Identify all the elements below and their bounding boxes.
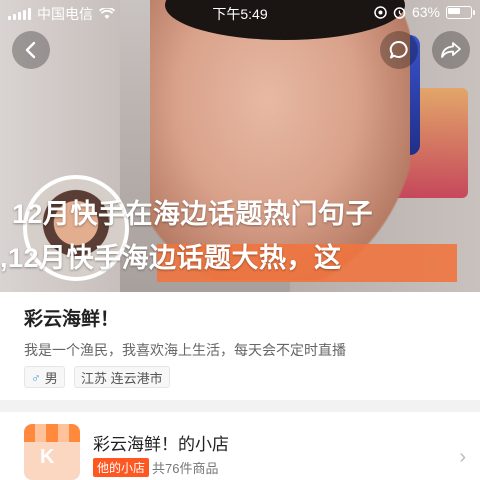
overlay-title-line2: ,12月快手海边话题大热，这 (0, 243, 342, 273)
gender-label: 男 (44, 370, 58, 386)
share-arrow-icon (441, 42, 461, 58)
shop-logo: K (24, 424, 80, 480)
male-icon: ♂ (31, 369, 41, 385)
battery-percent: 63% (411, 4, 440, 20)
overlay-title: 12月快手在海边话题热门句子 ,12月快手海边话题大热，这 (0, 192, 480, 280)
back-button[interactable] (12, 31, 50, 69)
overlay-title-line1: 12月快手在海边话题热门句子 (12, 199, 374, 229)
gender-tag: ♂ 男 (24, 366, 65, 388)
alarm-icon (393, 6, 406, 19)
shop-card[interactable]: K 彩云海鲜！的小店 他的小店 共76件商品 › (0, 412, 480, 480)
screen-lock-icon (374, 5, 387, 19)
shop-badge: 他的小店 (93, 458, 150, 477)
shop-product-count: 共76件商品 (152, 461, 219, 476)
chevron-right-icon: › (459, 446, 466, 468)
shop-name: 彩云海鲜！的小店 (93, 435, 229, 454)
shop-logo-letter: K (40, 446, 55, 468)
profile-name: 彩云海鲜！ (24, 309, 120, 330)
chevron-left-icon (25, 41, 36, 59)
profile-bio: 我是一个渔民，我喜欢海上生活，每天会不定时直播 (24, 342, 346, 358)
comment-bubble-icon (389, 40, 408, 59)
battery-icon (446, 5, 475, 19)
share-button[interactable] (432, 31, 470, 69)
comment-button[interactable] (380, 31, 418, 69)
status-bar: 中国电信 下午5:49 63% (0, 0, 480, 24)
profile-card: 彩云海鲜！ 我是一个渔民，我喜欢海上生活，每天会不定时直播 ♂ 男 江苏 连云港… (0, 292, 480, 400)
location-tag: 江苏 连云港市 (74, 366, 170, 388)
